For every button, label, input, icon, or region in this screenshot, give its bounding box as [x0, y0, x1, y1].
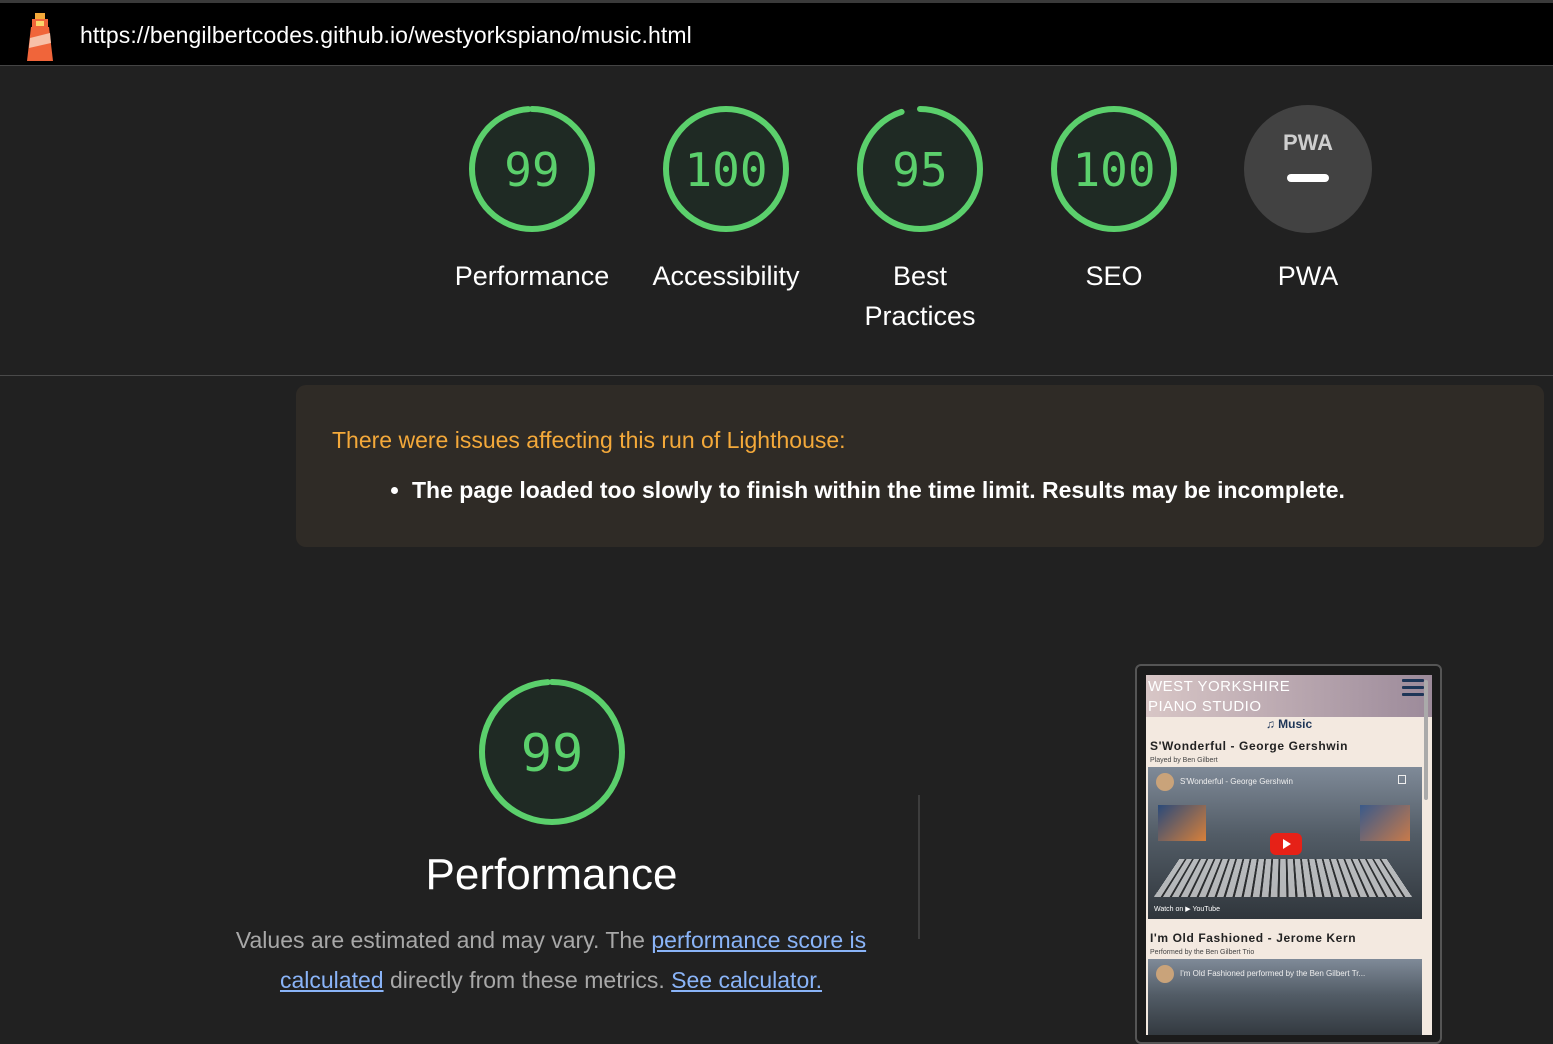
gauge-accessibility[interactable]: 100 Accessibility [629, 104, 823, 296]
watch-on-youtube: Watch on ▶ YouTube [1154, 906, 1220, 913]
gauge-label: SEO [1085, 261, 1143, 291]
gauge-score: 99 [504, 143, 559, 197]
desc-text: Values are estimated and may vary. The [235, 927, 652, 953]
screenshot-scrollbar [1424, 680, 1428, 800]
gauge-best-practices[interactable]: 95 Best Practices [823, 104, 1017, 336]
pwa-logo-text: PWA [1283, 130, 1333, 155]
warning-item: The page loaded too slowly to finish wit… [412, 477, 1345, 504]
warnings-title: There were issues affecting this run of … [332, 427, 846, 453]
song-subtitle: Played by Ben Gilbert [1150, 757, 1218, 764]
gauge-ring: 99 [469, 106, 595, 232]
lighthouse-topbar: https://bengilbertcodes.github.io/westyo… [0, 0, 1553, 66]
video-embed: I'm Old Fashioned performed by the Ben G… [1148, 959, 1422, 1035]
screenshot-viewport: WEST YORKSHIRE PIANO STUDIO ♫ Music S'Wo… [1146, 675, 1432, 1035]
warnings-list: The page loaded too slowly to finish wit… [412, 477, 1345, 504]
gauge-label: Accessibility [652, 261, 800, 291]
section-divider [0, 375, 1553, 376]
menu-icon [1402, 679, 1424, 697]
site-header: WEST YORKSHIRE PIANO STUDIO [1146, 675, 1432, 717]
see-calculator-link[interactable]: See calculator. [671, 967, 822, 993]
song-title: S'Wonderful - George Gershwin [1150, 739, 1349, 753]
performance-description: Values are estimated and may vary. The p… [228, 920, 874, 1000]
page-url[interactable]: https://bengilbertcodes.github.io/westyo… [80, 22, 692, 49]
nav-music: ♫ Music [1265, 717, 1313, 731]
gauge-ring: 100 [663, 106, 789, 232]
channel-avatar [1156, 773, 1174, 791]
gauge-ring: 100 [1051, 106, 1177, 232]
pwa-dash-icon [1287, 174, 1329, 182]
performance-gauge: 99 [479, 679, 625, 825]
video-embed: S'Wonderful - George Gershwin Watch on ▶… [1148, 767, 1422, 919]
gauge-label: Performance [454, 261, 610, 291]
video-title: S'Wonderful - George Gershwin [1180, 777, 1293, 786]
play-icon [1270, 833, 1302, 855]
site-title: WEST YORKSHIRE PIANO STUDIO [1148, 678, 1291, 715]
gauge-label: Best Practices [864, 261, 976, 331]
video-title: I'm Old Fashioned performed by the Ben G… [1180, 969, 1366, 978]
final-screenshot[interactable]: WEST YORKSHIRE PIANO STUDIO ♫ Music S'Wo… [1135, 664, 1442, 1044]
gauge-label: PWA [1277, 261, 1339, 291]
gauge-seo[interactable]: 100 SEO [1017, 104, 1211, 296]
gauge-pwa[interactable]: PWA PWA [1211, 104, 1405, 296]
vertical-divider [918, 795, 920, 939]
performance-score: 99 [521, 724, 584, 784]
channel-avatar [1156, 965, 1174, 983]
song-subtitle: Performed by the Ben Gilbert Trio [1150, 949, 1255, 956]
gauge-score: 95 [892, 143, 947, 197]
gauge-score: 100 [1072, 143, 1155, 197]
gauge-performance[interactable]: 99 Performance [435, 104, 629, 296]
performance-title: Performance [425, 850, 678, 899]
desc-text: directly from these metrics. [383, 967, 672, 993]
pwa-badge: PWA [1244, 105, 1372, 233]
lighthouse-icon [27, 13, 53, 61]
run-warnings: There were issues affecting this run of … [296, 385, 1544, 547]
gauge-ring: 95 [857, 106, 983, 232]
gauge-score: 100 [684, 143, 767, 197]
copy-link-icon [1398, 775, 1406, 784]
song-title: I'm Old Fashioned - Jerome Kern [1150, 931, 1357, 945]
